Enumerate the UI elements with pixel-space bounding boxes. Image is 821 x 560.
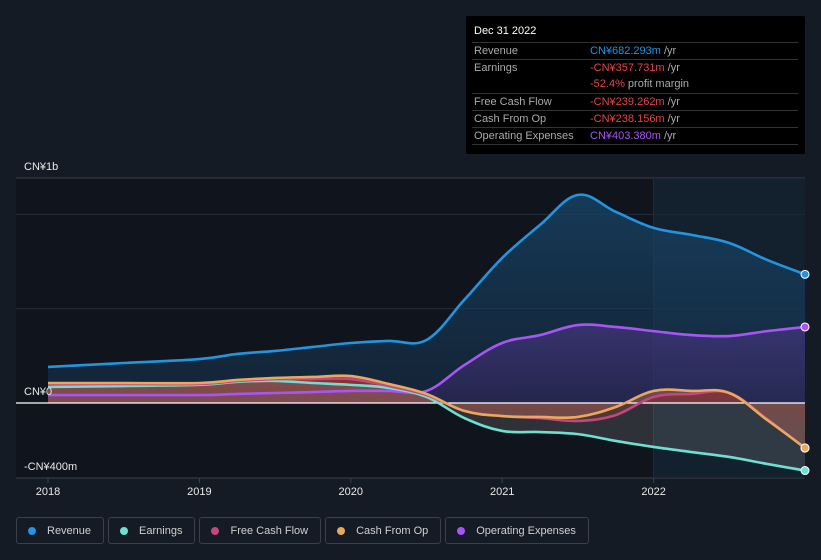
- y-tick-label: CN¥1b: [24, 161, 58, 173]
- tooltip-row: Revenue CN¥682.293m /yr: [472, 42, 798, 60]
- legend-dot-icon: [457, 526, 466, 535]
- legend-dot-icon: [211, 526, 220, 535]
- legend-dot-icon: [28, 526, 36, 535]
- x-tick-label: 2018: [36, 486, 60, 498]
- legend-label: Earnings: [139, 524, 183, 537]
- tooltip-label: Revenue: [474, 45, 519, 57]
- tooltip-value: -52.4% profit margin: [590, 78, 690, 90]
- legend-item-earnings[interactable]: Earnings: [108, 517, 196, 544]
- x-tick-label: 2020: [339, 486, 363, 498]
- tooltip-row: Operating Expenses CN¥403.380m /yr: [472, 127, 798, 145]
- tooltip-row: -52.4% profit margin: [472, 76, 798, 93]
- legend-item-revenue[interactable]: Revenue: [16, 517, 105, 544]
- tooltip-value: -CN¥239.262m /yr: [590, 96, 680, 108]
- operating-expenses-endpoint: [800, 322, 810, 332]
- tooltip-date: Dec 31 2022: [474, 25, 537, 37]
- tooltip-value: CN¥403.380m /yr: [590, 130, 677, 142]
- revenue-endpoint: [800, 269, 810, 279]
- tooltip-label: Earnings: [474, 62, 518, 74]
- tooltip-row: Free Cash Flow -CN¥239.262m /yr: [472, 93, 798, 111]
- y-tick-label: CN¥0: [24, 386, 52, 398]
- legend-item-cash-from-op[interactable]: Cash From Op: [325, 517, 442, 544]
- tooltip-label: Free Cash Flow: [474, 96, 552, 108]
- legend-item-free-cash-flow[interactable]: Free Cash Flow: [199, 517, 322, 544]
- cash-from-op-endpoint: [800, 443, 810, 453]
- x-tick-label: 2022: [641, 486, 665, 498]
- legend-label: Free Cash Flow: [230, 524, 309, 537]
- x-tick-label: 2019: [187, 486, 211, 498]
- tooltip-divider: [472, 144, 798, 145]
- legend: Revenue Earnings Free Cash Flow Cash From O…: [16, 517, 589, 544]
- tooltip-label: Operating Expenses: [474, 130, 574, 142]
- legend-dot-icon: [337, 526, 346, 535]
- earnings-endpoint: [800, 466, 810, 476]
- tooltip-value: -CN¥357.731m /yr: [590, 62, 680, 74]
- legend-label: Revenue: [47, 524, 92, 537]
- tooltip-label: Cash From Op: [474, 113, 547, 125]
- legend-item-operating-expenses[interactable]: Operating Expenses: [445, 517, 589, 544]
- legend-label: Cash From Op: [356, 524, 429, 537]
- legend-label: Operating Expenses: [476, 524, 576, 537]
- tooltip-value: CN¥682.293m /yr: [590, 45, 677, 57]
- tooltip-row: Cash From Op -CN¥238.156m /yr: [472, 110, 798, 128]
- x-tick-label: 2021: [490, 486, 514, 498]
- tooltip-row: Earnings -CN¥357.731m /yr: [472, 59, 798, 77]
- y-tick-label: -CN¥400m: [24, 461, 77, 473]
- legend-dot-icon: [120, 526, 129, 535]
- tooltip-value: -CN¥238.156m /yr: [590, 113, 680, 125]
- tooltip: Dec 31 2022 Revenue CN¥682.293m /yr Earnin…: [466, 16, 805, 154]
